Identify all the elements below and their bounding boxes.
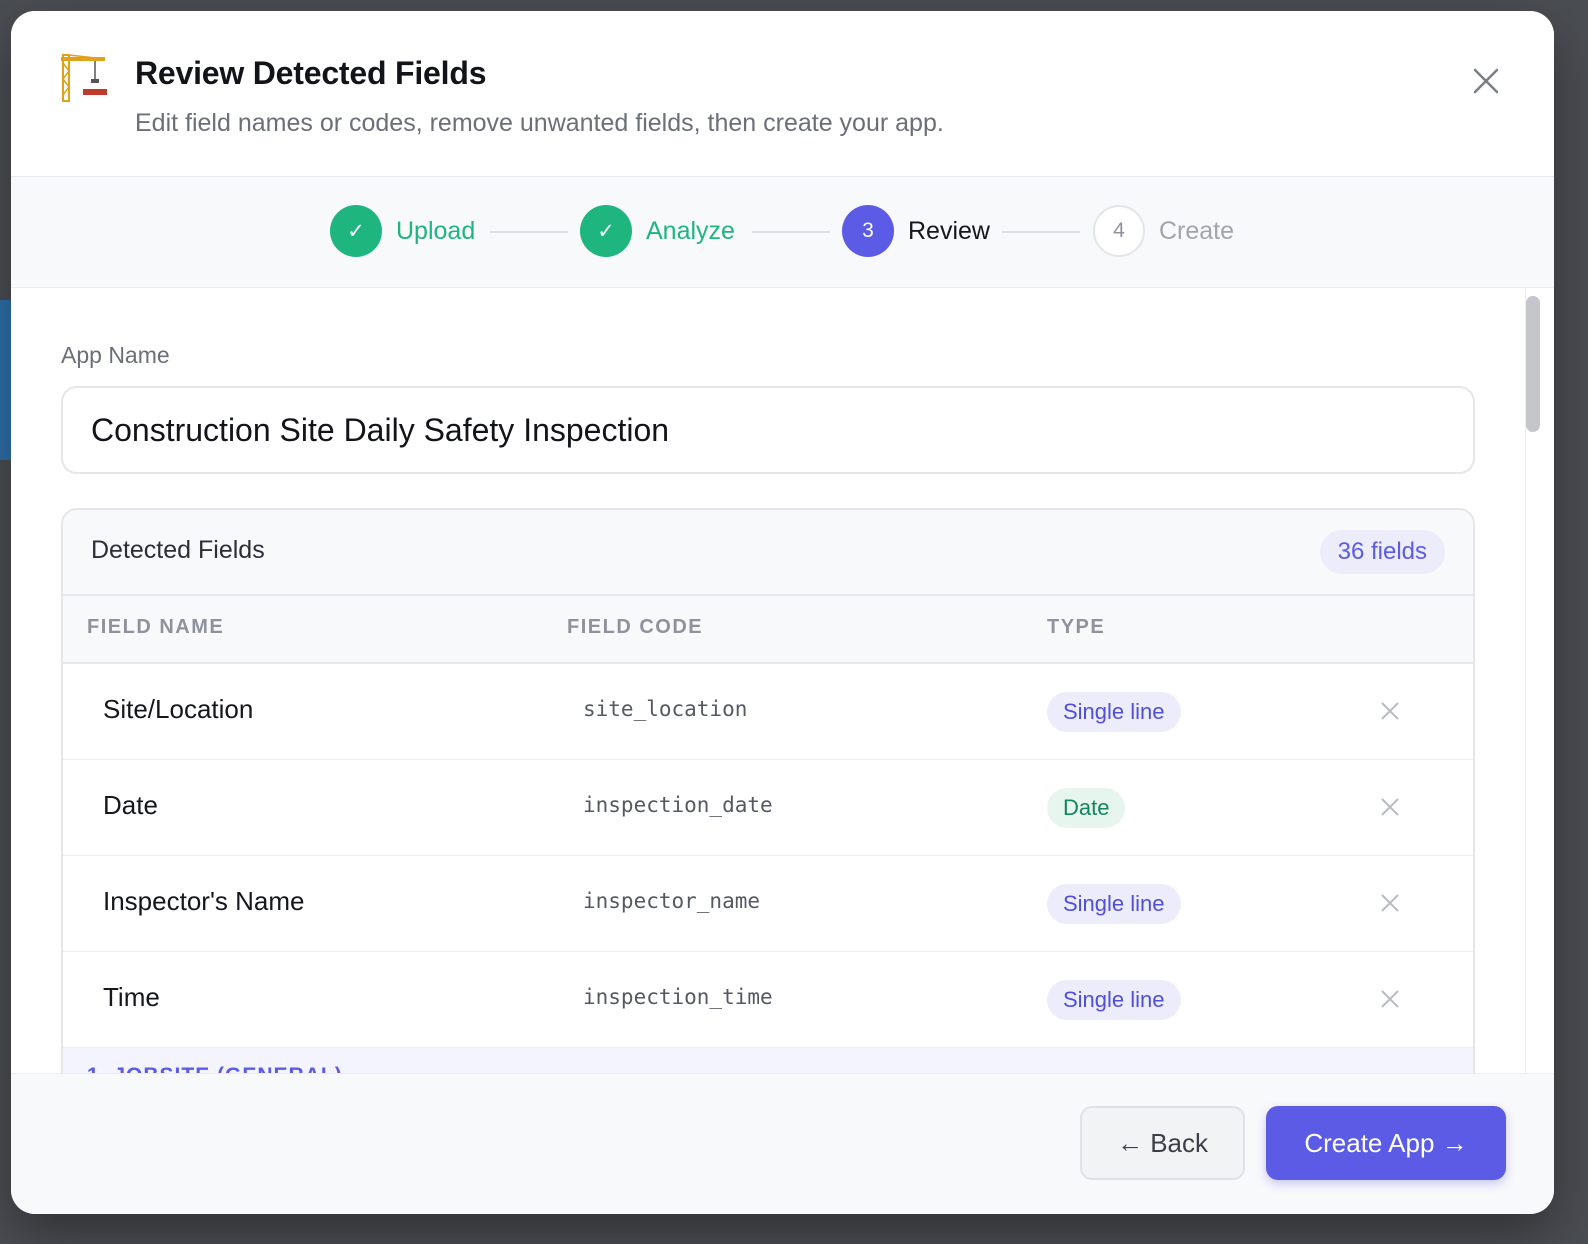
back-button[interactable]: ← Back — [1080, 1106, 1245, 1180]
app-name-label: App Name — [61, 342, 170, 368]
page-title: Review Detected Fields — [135, 55, 487, 91]
field-name-cell[interactable]: Time — [103, 982, 160, 1013]
section-header: 1. JOBSITE (GENERAL) — [63, 1048, 1473, 1074]
field-name-cell[interactable]: Site/Location — [103, 694, 253, 725]
step-connector — [490, 231, 568, 233]
construction-crane-icon — [57, 51, 113, 103]
column-field-code: FIELD CODE — [567, 616, 704, 638]
field-code-cell[interactable]: inspection_time — [583, 985, 773, 1009]
remove-icon[interactable] — [1377, 794, 1403, 820]
field-code-cell[interactable]: inspector_name — [583, 889, 760, 913]
check-icon: ✓ — [330, 205, 382, 257]
progress-stepper: ✓ Upload ✓ Analyze 3 Review 4 Create — [11, 177, 1554, 288]
page-subtitle: Edit field names or codes, remove unwant… — [135, 109, 944, 137]
close-icon[interactable] — [1468, 63, 1504, 99]
type-badge: Single line — [1047, 692, 1181, 732]
step-connector — [1002, 231, 1080, 233]
create-app-button[interactable]: Create App → — [1266, 1106, 1506, 1180]
table-row: Date inspection_date Date — [63, 760, 1473, 856]
step-label: Upload — [396, 216, 476, 245]
table-row: Inspector's Name inspector_name Single l… — [63, 856, 1473, 952]
step-label: Analyze — [646, 216, 735, 245]
check-icon: ✓ — [580, 205, 632, 257]
step-analyze[interactable]: ✓ Analyze — [580, 204, 735, 258]
field-name-cell[interactable]: Date — [103, 790, 158, 821]
column-type: TYPE — [1047, 616, 1106, 638]
field-code-cell[interactable]: site_location — [583, 697, 747, 721]
column-field-name: FIELD NAME — [87, 616, 225, 638]
step-number: 3 — [842, 205, 894, 257]
step-review[interactable]: 3 Review — [842, 204, 990, 258]
type-badge: Date — [1047, 788, 1126, 828]
step-create[interactable]: 4 Create — [1093, 204, 1234, 258]
field-code-cell[interactable]: inspection_date — [583, 793, 773, 817]
step-label: Create — [1159, 216, 1235, 245]
card-title: Detected Fields — [91, 536, 265, 564]
step-connector — [752, 231, 830, 233]
table-row: Site/Location site_location Single line — [63, 664, 1473, 760]
modal-body: App Name Detected Fields 36 fields FIELD… — [11, 288, 1554, 1074]
detected-fields-card: Detected Fields 36 fields FIELD NAME FIE… — [61, 508, 1475, 1074]
app-name-input[interactable] — [61, 386, 1475, 474]
modal-footer: ← Back Create App → — [11, 1073, 1554, 1214]
remove-icon[interactable] — [1377, 986, 1403, 1012]
step-upload[interactable]: ✓ Upload — [330, 204, 475, 258]
field-count-badge: 36 fields — [1319, 530, 1445, 574]
field-name-cell[interactable]: Inspector's Name — [103, 886, 305, 917]
remove-icon[interactable] — [1377, 698, 1403, 724]
card-header: Detected Fields 36 fields — [63, 510, 1473, 596]
review-fields-modal: Review Detected Fields Edit field names … — [11, 11, 1554, 1214]
scrollbar-thumb[interactable] — [1526, 296, 1540, 432]
modal-header: Review Detected Fields Edit field names … — [11, 11, 1554, 177]
step-label: Review — [908, 216, 990, 245]
table-row: Time inspection_time Single line — [63, 952, 1473, 1048]
type-badge: Single line — [1047, 884, 1181, 924]
table-header: FIELD NAME FIELD CODE TYPE — [63, 596, 1473, 664]
remove-icon[interactable] — [1377, 890, 1403, 916]
step-number: 4 — [1093, 205, 1145, 257]
type-badge: Single line — [1047, 980, 1181, 1020]
